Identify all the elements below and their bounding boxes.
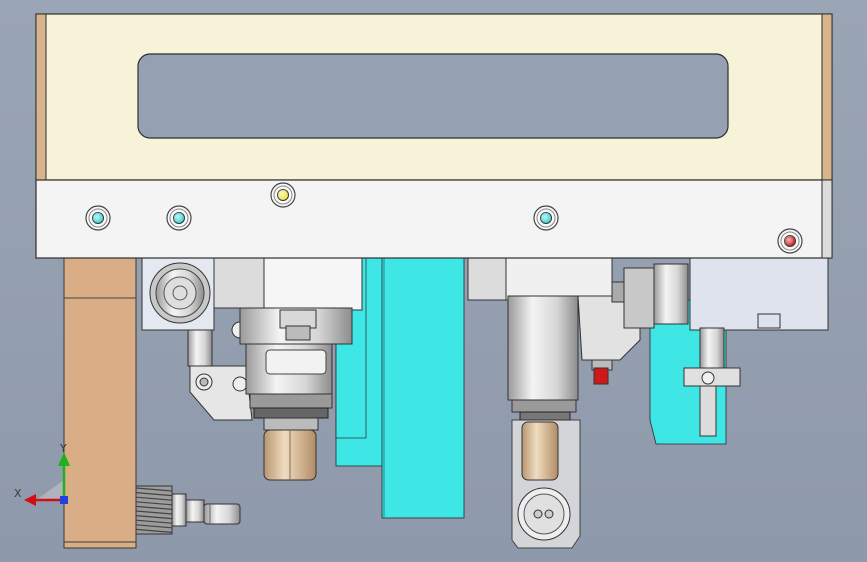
indicator-dot-icon xyxy=(533,205,559,231)
indicator-dot-icon xyxy=(85,205,111,231)
cad-viewport[interactable]: Y X xyxy=(0,0,867,562)
indicator-dot-icon xyxy=(270,182,296,208)
axis-label-x: X xyxy=(14,487,22,500)
indicator-dot-icon xyxy=(166,205,192,231)
plate-slot xyxy=(137,53,729,139)
wooden-post xyxy=(63,257,137,549)
axis-label-y: Y xyxy=(59,442,67,455)
mounting-plate xyxy=(35,13,833,259)
indicator-dot-icon xyxy=(777,228,803,254)
cad-scene: Y X xyxy=(0,0,867,562)
